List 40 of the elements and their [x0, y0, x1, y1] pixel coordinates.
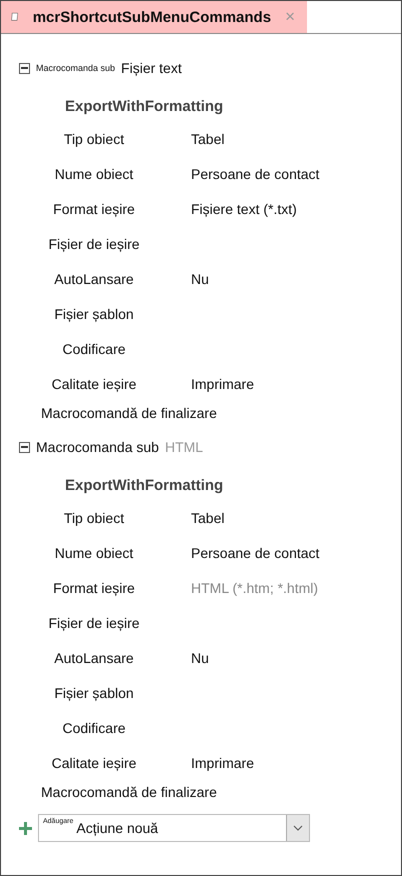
- argument-label: Codificare: [61, 340, 127, 356]
- action-name: ExportWithFormatting: [65, 477, 224, 494]
- argument-label: Format ieșire: [52, 200, 136, 216]
- argument-value[interactable]: Tabel: [191, 130, 401, 146]
- submacro-label: Macrocomanda sub: [36, 63, 116, 73]
- argument-value[interactable]: Tabel: [191, 510, 401, 526]
- argument-label: Tip obiect: [62, 510, 126, 526]
- argument-label: Format ieșire: [52, 580, 136, 596]
- action-name: ExportWithFormatting: [65, 98, 224, 115]
- submacro-label: Macrocomanda sub: [36, 439, 159, 455]
- argument-value[interactable]: Persoane de contact: [191, 166, 401, 182]
- argument-value[interactable]: Nu: [191, 650, 401, 666]
- argument-value[interactable]: Imprimare: [191, 376, 401, 392]
- collapse-button[interactable]: [19, 62, 30, 74]
- argument-label: Nume obiect: [54, 544, 134, 560]
- chevron-down-icon: [293, 825, 303, 831]
- argument-label: Nume obiect: [54, 166, 134, 182]
- argument-label: AutoLansare: [53, 270, 135, 286]
- argument-value[interactable]: Fișiere text (*.txt): [191, 200, 401, 216]
- argument-value[interactable]: Imprimare: [191, 754, 401, 770]
- end-macro-label: Macrocomandă de finalizare: [41, 405, 218, 421]
- submacro-name: HTML: [164, 439, 204, 455]
- collapse-button[interactable]: [19, 442, 30, 452]
- plus-icon[interactable]: [19, 822, 32, 834]
- submacro-name: Fișier text: [121, 60, 182, 76]
- argument-label: Calitate ieșire: [50, 376, 138, 392]
- argument-label: AutoLansare: [53, 650, 135, 666]
- argument-label: Fișier șablon: [53, 684, 135, 700]
- argument-label: Fișier șablon: [53, 306, 135, 322]
- argument-label: Tip obiect: [62, 130, 126, 146]
- macro-tab[interactable]: mcrShortcutSubMenuCommands ×: [1, 1, 307, 33]
- end-macro-label: Macrocomandă de finalizare: [41, 784, 218, 800]
- argument-label: Fișier de ieșire: [47, 614, 141, 630]
- argument-label: Fișier de ieșire: [47, 236, 141, 252]
- argument-value[interactable]: Nu: [191, 270, 401, 286]
- argument-value[interactable]: HTML (*.htm; *.html): [191, 580, 401, 596]
- argument-value[interactable]: Persoane de contact: [191, 544, 401, 560]
- tab-title: mcrShortcutSubMenuCommands: [32, 8, 272, 26]
- argument-label: Codificare: [61, 720, 127, 736]
- argument-label: Calitate ieșire: [50, 754, 138, 770]
